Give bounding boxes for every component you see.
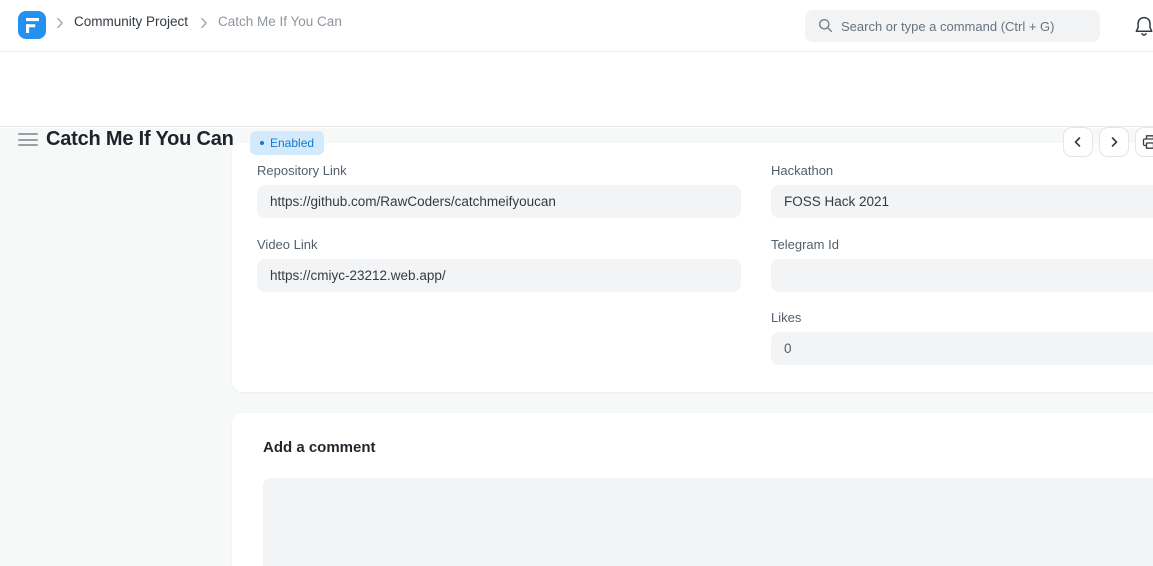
video-link-input[interactable] bbox=[257, 259, 741, 292]
field-repository-link: Repository Link bbox=[257, 163, 741, 218]
page-title: Catch Me If You Can bbox=[46, 128, 234, 151]
global-search bbox=[805, 10, 1100, 42]
field-label: Likes bbox=[771, 310, 1153, 325]
hackathon-input[interactable] bbox=[771, 185, 1153, 218]
print-button[interactable] bbox=[1135, 127, 1153, 157]
field-likes: Likes bbox=[771, 310, 1153, 365]
content-area: Repository Link Video Link Hackathon Tel… bbox=[0, 128, 1153, 566]
breadcrumb-item-community-project[interactable]: Community Project bbox=[74, 14, 188, 29]
bell-icon bbox=[1134, 15, 1153, 37]
likes-input[interactable] bbox=[771, 332, 1153, 365]
field-hackathon: Hackathon bbox=[771, 163, 1153, 218]
status-badge: Enabled bbox=[250, 131, 324, 155]
add-comment-heading: Add a comment bbox=[263, 439, 376, 456]
notifications-button[interactable] bbox=[1128, 10, 1153, 42]
top-navbar: Community Project Catch Me If You Can bbox=[0, 0, 1153, 52]
field-telegram-id: Telegram Id bbox=[771, 237, 1153, 292]
search-input[interactable] bbox=[805, 10, 1100, 42]
chevron-left-icon bbox=[1072, 136, 1084, 148]
chevron-right-icon bbox=[56, 17, 64, 29]
field-label: Repository Link bbox=[257, 163, 741, 178]
status-badge-label: Enabled bbox=[270, 136, 314, 150]
field-label: Hackathon bbox=[771, 163, 1153, 178]
frappe-logo-icon bbox=[26, 18, 39, 33]
field-label: Telegram Id bbox=[771, 237, 1153, 252]
previous-document-button[interactable] bbox=[1063, 127, 1093, 157]
app-logo-button[interactable] bbox=[18, 11, 46, 39]
printer-icon bbox=[1142, 134, 1153, 150]
repository-link-input[interactable] bbox=[257, 185, 741, 218]
sidebar-toggle-button[interactable] bbox=[18, 133, 40, 149]
chevron-right-icon bbox=[200, 17, 208, 29]
chevron-right-icon bbox=[1108, 136, 1120, 148]
comment-input[interactable] bbox=[263, 478, 1153, 566]
field-video-link: Video Link bbox=[257, 237, 741, 292]
next-document-button[interactable] bbox=[1099, 127, 1129, 157]
field-label: Video Link bbox=[257, 237, 741, 252]
comment-card: Add a comment bbox=[232, 413, 1153, 566]
status-dot-icon bbox=[260, 141, 264, 145]
page-header: Catch Me If You Can Enabled bbox=[0, 52, 1153, 127]
form-card: Repository Link Video Link Hackathon Tel… bbox=[232, 143, 1153, 392]
telegram-id-input[interactable] bbox=[771, 259, 1153, 292]
breadcrumb-item-current[interactable]: Catch Me If You Can bbox=[218, 14, 342, 29]
menu-icon bbox=[18, 133, 38, 135]
